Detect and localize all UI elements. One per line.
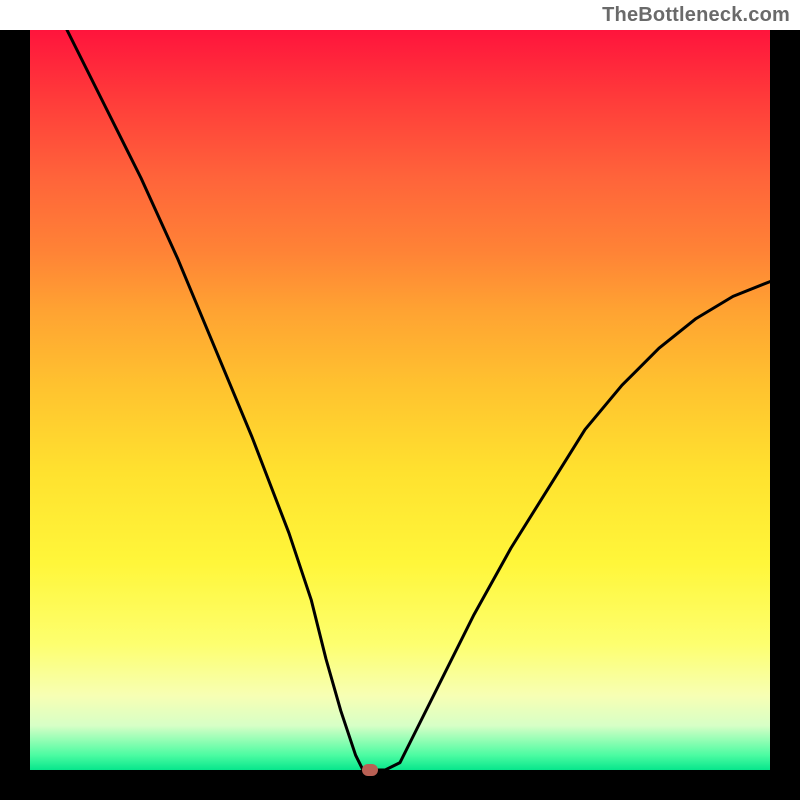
chart-stage: TheBottleneck.com [0,0,800,800]
plot-area [30,30,770,770]
curve-line [67,30,770,770]
chart-frame [0,30,800,800]
watermark-text: TheBottleneck.com [602,4,790,27]
marker-dot [362,764,378,776]
curve-svg [30,30,770,770]
